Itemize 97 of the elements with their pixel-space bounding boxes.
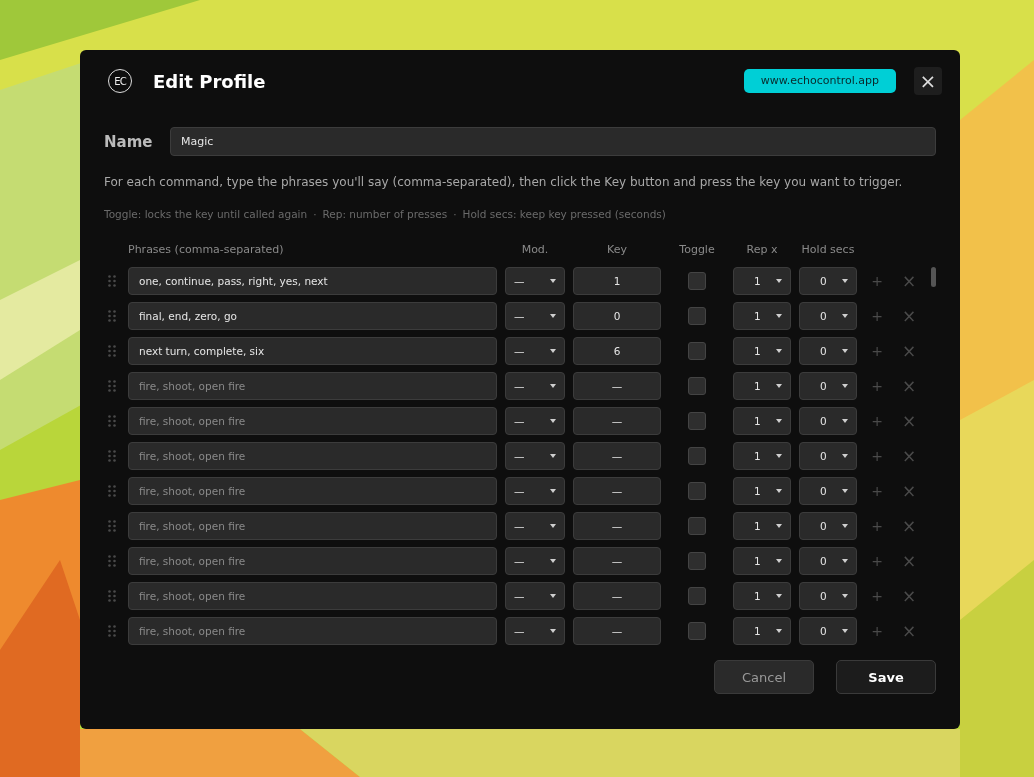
key-button[interactable]: —: [573, 547, 661, 575]
hold-dropdown[interactable]: 0: [799, 302, 857, 330]
repeat-dropdown[interactable]: 1: [733, 302, 791, 330]
drag-handle-icon[interactable]: [108, 520, 116, 532]
name-label: Name: [104, 132, 154, 151]
repeat-dropdown[interactable]: 1: [733, 512, 791, 540]
hold-dropdown[interactable]: 0: [799, 407, 857, 435]
drag-handle-icon[interactable]: [108, 415, 116, 427]
drag-handle-icon[interactable]: [108, 590, 116, 602]
column-header: Hold secs: [800, 243, 856, 256]
cancel-button[interactable]: Cancel: [714, 660, 814, 694]
hint-text: Rep: number of presses: [322, 208, 448, 220]
phrases-field[interactable]: fire, shoot, open fire: [128, 512, 497, 540]
key-button[interactable]: —: [573, 617, 661, 645]
drag-handle-icon[interactable]: [108, 450, 116, 462]
scrollbar-thumb[interactable]: [931, 267, 936, 287]
repeat-dropdown[interactable]: 1: [733, 442, 791, 470]
key-button[interactable]: —: [573, 372, 661, 400]
phrases-field[interactable]: one, continue, pass, right, yes, next: [128, 267, 497, 295]
modifier-dropdown[interactable]: —: [505, 512, 565, 540]
phrases-field[interactable]: fire, shoot, open fire: [128, 477, 497, 505]
hold-dropdown[interactable]: 0: [799, 442, 857, 470]
phrases-field[interactable]: fire, shoot, open fire: [128, 617, 497, 645]
repeat-dropdown[interactable]: 1: [733, 372, 791, 400]
drag-handle-icon[interactable]: [108, 345, 116, 357]
phrases-field[interactable]: fire, shoot, open fire: [128, 407, 497, 435]
modifier-dropdown[interactable]: —: [505, 547, 565, 575]
phrases-field[interactable]: fire, shoot, open fire: [128, 582, 497, 610]
repeat-dropdown[interactable]: 1: [733, 477, 791, 505]
toggle-checkbox[interactable]: [688, 377, 706, 395]
phrases-field[interactable]: next turn, complete, six: [128, 337, 497, 365]
modifier-dropdown[interactable]: —: [505, 372, 565, 400]
toggle-checkbox[interactable]: [688, 342, 706, 360]
separator-dot: ·: [313, 208, 317, 220]
column-header: Rep x: [745, 243, 779, 256]
toggle-checkbox[interactable]: [688, 587, 706, 605]
toggle-checkbox[interactable]: [688, 552, 706, 570]
toggle-checkbox[interactable]: [688, 447, 706, 465]
drag-handle-icon[interactable]: [108, 310, 116, 322]
drag-handle-icon[interactable]: [108, 380, 116, 392]
hold-dropdown[interactable]: 0: [799, 582, 857, 610]
separator-dot: ·: [453, 208, 457, 220]
repeat-dropdown[interactable]: 1: [733, 582, 791, 610]
key-button[interactable]: —: [573, 477, 661, 505]
key-button[interactable]: —: [573, 512, 661, 540]
column-header: Toggle: [678, 243, 716, 256]
key-button[interactable]: 0: [573, 302, 661, 330]
hold-dropdown[interactable]: 0: [799, 267, 857, 295]
toggle-checkbox[interactable]: [688, 272, 706, 290]
modifier-dropdown[interactable]: —: [505, 617, 565, 645]
key-button[interactable]: —: [573, 442, 661, 470]
toggle-checkbox[interactable]: [688, 307, 706, 325]
phrases-field[interactable]: fire, shoot, open fire: [128, 442, 497, 470]
save-button[interactable]: Save: [836, 660, 936, 694]
modifier-dropdown[interactable]: —: [505, 337, 565, 365]
modifier-dropdown[interactable]: —: [505, 407, 565, 435]
drag-handle-icon[interactable]: [108, 555, 116, 567]
hold-dropdown[interactable]: 0: [799, 617, 857, 645]
hold-dropdown[interactable]: 0: [799, 337, 857, 365]
phrases-field[interactable]: fire, shoot, open fire: [128, 372, 497, 400]
modifier-dropdown[interactable]: —: [505, 302, 565, 330]
hint-text: Toggle: locks the key until called again: [104, 208, 308, 220]
key-button[interactable]: 6: [573, 337, 661, 365]
modifier-dropdown[interactable]: —: [505, 267, 565, 295]
column-header: Key: [606, 243, 628, 256]
column-header: Phrases (comma-separated): [128, 243, 285, 256]
toggle-checkbox[interactable]: [688, 412, 706, 430]
phrases-field[interactable]: fire, shoot, open fire: [128, 547, 497, 575]
repeat-dropdown[interactable]: 1: [733, 267, 791, 295]
hint-text: Hold secs: keep key pressed (seconds): [462, 208, 666, 220]
toggle-checkbox[interactable]: [688, 482, 706, 500]
modifier-dropdown[interactable]: —: [505, 582, 565, 610]
phrases-field[interactable]: final, end, zero, go: [128, 302, 497, 330]
repeat-dropdown[interactable]: 1: [733, 547, 791, 575]
hold-dropdown[interactable]: 0: [799, 512, 857, 540]
drag-handle-icon[interactable]: [108, 485, 116, 497]
column-header: Mod.: [520, 243, 550, 256]
close-button[interactable]: ×: [914, 67, 942, 95]
toggle-checkbox[interactable]: [688, 622, 706, 640]
hold-dropdown[interactable]: 0: [799, 372, 857, 400]
drag-handle-icon[interactable]: [108, 275, 116, 287]
hold-dropdown[interactable]: 0: [799, 547, 857, 575]
key-button[interactable]: 1: [573, 267, 661, 295]
repeat-dropdown[interactable]: 1: [733, 617, 791, 645]
name-field[interactable]: Magic: [170, 127, 936, 156]
toggle-checkbox[interactable]: [688, 517, 706, 535]
instructions-text: For each command, type the phrases you'll say (comma-separated), then click the Key button and press the key you want to trigger.: [104, 175, 904, 189]
drag-handle-icon[interactable]: [108, 625, 116, 637]
website-link[interactable]: www.echocontrol.app: [743, 69, 896, 93]
modifier-dropdown[interactable]: —: [505, 477, 565, 505]
repeat-dropdown[interactable]: 1: [733, 407, 791, 435]
dialog-title: Edit Profile: [153, 70, 267, 92]
hold-dropdown[interactable]: 0: [799, 477, 857, 505]
repeat-dropdown[interactable]: 1: [733, 337, 791, 365]
key-button[interactable]: —: [573, 407, 661, 435]
key-button[interactable]: —: [573, 582, 661, 610]
modifier-dropdown[interactable]: —: [505, 442, 565, 470]
